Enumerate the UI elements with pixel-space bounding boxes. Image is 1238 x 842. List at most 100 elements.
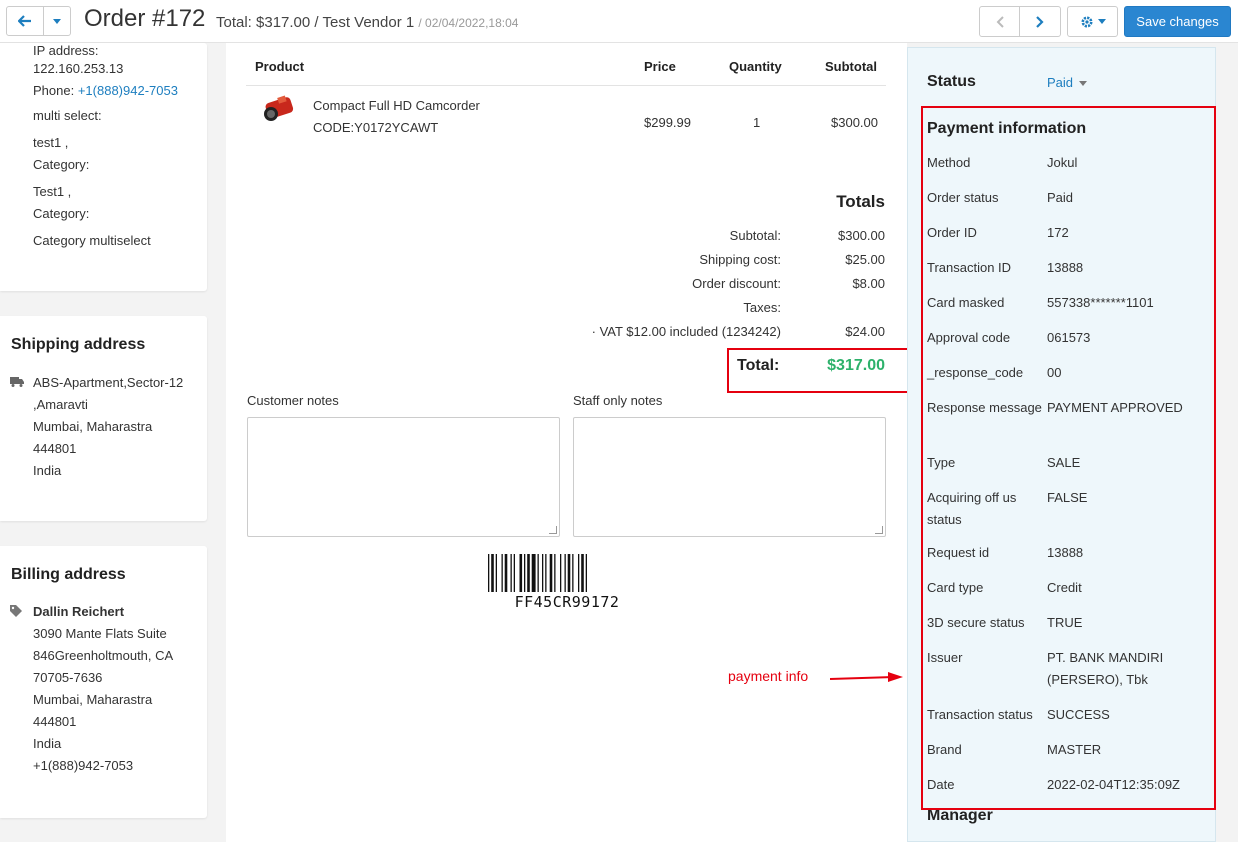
product-code: CODE:Y0172YCAWT (313, 120, 439, 135)
shipping-address-card: Shipping address ABS-Apartment,Sector-12… (0, 316, 207, 521)
billing-line-2: 846Greenholtmouth, CA (33, 648, 174, 663)
settings-dropdown-button[interactable] (1067, 6, 1118, 37)
caret-down-icon (53, 18, 61, 24)
billing-line-1: 3090 Mante Flats Suite (33, 626, 167, 641)
barcode-bar (545, 554, 547, 592)
barcode-bar (554, 554, 556, 592)
shipping-cost-label: Shipping cost: (699, 252, 781, 267)
barcode-bar (549, 554, 553, 592)
product-name-link[interactable]: Compact Full HD Camcorder (313, 98, 480, 113)
customer-notes-textarea[interactable] (247, 417, 560, 537)
barcode-bar (567, 554, 571, 592)
billing-line-3: 70705-7636 (33, 670, 103, 685)
resize-handle[interactable] (875, 526, 883, 534)
phone-link[interactable]: +1(888)942-7053 (78, 83, 178, 98)
barcode-bar (578, 554, 580, 592)
save-changes-button[interactable]: Save changes (1124, 6, 1231, 37)
chevron-left-icon (996, 15, 1004, 28)
col-header-price: Price (644, 59, 676, 74)
arrow-left-icon (18, 15, 31, 27)
order-summary: Total: $317.00 / Test Vendor 1 / 02/04/2… (216, 14, 518, 31)
product-subtotal: $300.00 (831, 115, 878, 130)
barcode-bar (513, 554, 515, 592)
status-dropdown[interactable]: Paid (1047, 75, 1087, 90)
table-row: Compact Full HD Camcorder CODE:Y0172YCAW… (246, 86, 886, 138)
barcode-bar (491, 554, 494, 592)
col-header-quantity: Quantity (729, 59, 782, 74)
billing-line-5: 444801 (33, 714, 77, 729)
staff-notes-textarea[interactable] (573, 417, 886, 537)
barcode-bar (537, 554, 539, 592)
order-discount-label: Order discount: (692, 276, 781, 291)
barcode-bar (531, 554, 536, 592)
staff-notes-label: Staff only notes (573, 393, 663, 408)
barcode-bar (504, 554, 508, 592)
barcode-bar (495, 554, 497, 592)
barcode-bar (510, 554, 512, 592)
barcode-bar (564, 554, 566, 592)
payment-info-annotation: payment info (728, 668, 809, 684)
next-order-button[interactable] (1019, 6, 1061, 37)
shipping-line-3: Mumbai, Maharastra (33, 419, 153, 434)
billing-title: Billing address (11, 566, 126, 583)
category-label-2: Category: (33, 206, 90, 221)
prev-order-button[interactable] (979, 6, 1020, 37)
subtotal-value: $300.00 (838, 228, 885, 243)
barcode-text: FF45CR99172 (514, 593, 620, 611)
order-total-vendor: Total: $317.00 / Test Vendor 1 (216, 14, 415, 31)
barcode-bar (524, 554, 526, 592)
totals-labels: Subtotal: Shipping cost: Order discount:… (526, 228, 781, 348)
col-header-subtotal: Subtotal (825, 59, 877, 74)
totals-values: $300.00 $25.00 $8.00 $24.00 (806, 228, 885, 348)
shipping-title: Shipping address (11, 336, 146, 353)
barcode-bar (527, 554, 530, 592)
phone-row: Phone: +1(888)942-7053 (33, 83, 178, 98)
shipping-line-4: 444801 (33, 441, 77, 456)
shipping-cost-value: $25.00 (845, 252, 885, 267)
back-menu-button[interactable] (43, 6, 71, 36)
caret-down-icon (1078, 81, 1087, 87)
customer-info-card: IP address: 122.160.253.13 Phone: +1(888… (0, 43, 207, 291)
resize-handle[interactable] (549, 526, 557, 534)
col-header-product: Product (255, 59, 305, 74)
billing-line-6: India (33, 736, 62, 751)
order-date: / 02/04/2022,18:04 (418, 16, 519, 30)
total-highlight-box (727, 348, 913, 393)
category-label: Category: (33, 157, 90, 172)
gear-icon (1081, 16, 1092, 27)
top-toolbar: Order #172 Total: $317.00 / Test Vendor … (0, 0, 1238, 43)
billing-address-card: Billing address Dallin Reichert 3090 Man… (0, 546, 207, 818)
vat-value: $24.00 (845, 324, 885, 339)
billing-line-4: Mumbai, Maharastra (33, 692, 153, 707)
barcode-bar (519, 554, 523, 592)
shipping-line-2: ,Amaravti (33, 397, 88, 412)
payment-info-highlight-box (921, 106, 1216, 810)
billing-phone-link[interactable]: +1(888)942-7053 (33, 758, 133, 773)
subtotal-label: Subtotal: (729, 228, 781, 243)
barcode-bar (501, 554, 503, 592)
shipping-line-1: ABS-Apartment,Sector-12 (33, 375, 184, 390)
annotation-arrow-icon (830, 672, 903, 682)
barcode-bar (581, 554, 584, 592)
back-button[interactable] (6, 6, 44, 36)
barcode-bar (585, 554, 587, 592)
product-quantity: 1 (753, 115, 761, 130)
taxes-label: Taxes: (743, 300, 781, 315)
ip-value: 122.160.253.13 (33, 61, 124, 76)
order-main-content: Product Price Quantity Subtotal Compact … (226, 43, 913, 842)
caret-down-icon (1097, 19, 1106, 24)
status-label: Status (927, 73, 976, 90)
status-value: Paid (1047, 75, 1074, 90)
customer-notes-label: Customer notes (247, 393, 339, 408)
shipping-line-5: India (33, 463, 62, 478)
ip-label: IP address: (33, 43, 99, 58)
page-title: Order #172 (84, 5, 206, 32)
barcode-bar (542, 554, 544, 592)
phone-label: Phone: (33, 83, 75, 98)
tag-icon (10, 605, 22, 617)
multi-select-value: test1 , (33, 135, 69, 150)
camcorder-thumbnail (264, 95, 294, 121)
multi-select-label: multi select: (33, 108, 102, 123)
category-value: Test1 , (33, 184, 72, 199)
barcode-bar (488, 554, 490, 592)
